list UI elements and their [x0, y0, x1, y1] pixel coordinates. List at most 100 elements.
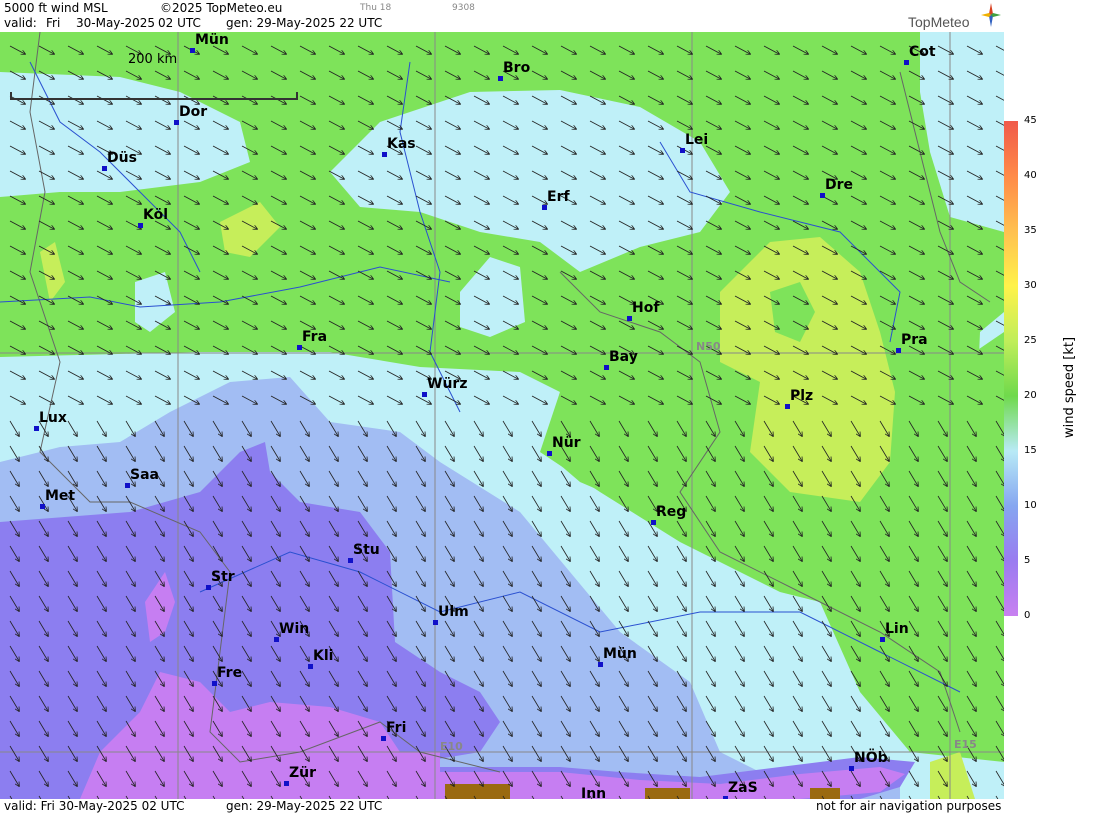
valid-date: 30-May-2025: [76, 16, 156, 30]
valid-time: 02 UTC: [158, 16, 201, 30]
legend-tick-label: 35: [1024, 225, 1037, 236]
product-title: 5000 ft wind MSL: [4, 1, 108, 15]
city-marker: [542, 205, 547, 210]
city-marker: [880, 637, 885, 642]
city-label: Fri: [386, 720, 407, 736]
city-label: Hof: [632, 300, 660, 316]
city-label: ZaS: [728, 780, 758, 796]
city-label: Plz: [790, 388, 814, 404]
legend-color-band: [1004, 561, 1018, 616]
city-label: Würz: [427, 376, 468, 392]
city-marker: [212, 681, 217, 686]
legend-tick-label: 0: [1024, 610, 1031, 621]
legend-tick-label: 15: [1024, 445, 1037, 456]
scale-bar-label: 200 km: [128, 52, 178, 67]
city-label: Pra: [901, 332, 928, 348]
legend-tick-label: 5: [1024, 555, 1031, 566]
legend-color-band: [1004, 176, 1018, 231]
scale-bar: [10, 92, 298, 100]
city-marker: [125, 483, 130, 488]
footer-generated: gen: 29-May-2025 22 UTC: [226, 799, 383, 813]
legend-color-band: [1004, 341, 1018, 396]
city-marker: [904, 60, 909, 65]
city-label: Fra: [302, 329, 328, 345]
city-marker: [627, 316, 632, 321]
brand-name: TopMeteo: [908, 14, 970, 30]
wind-field-svg: [0, 32, 1004, 799]
city-label: Ulm: [438, 604, 469, 620]
city-marker: [308, 664, 313, 669]
terrain-block-2: [645, 788, 690, 799]
map-footer: valid: Fri 30-May-2025 02 UTC gen: 29-Ma…: [0, 799, 1004, 814]
grid-label-n50: N50: [696, 340, 721, 353]
generated-time: gen: 29-May-2025 22 UTC: [226, 16, 383, 30]
legend-tick-label: 30: [1024, 280, 1037, 291]
legend-color-band: [1004, 451, 1018, 506]
city-label: NÖb: [854, 750, 888, 766]
city-marker: [422, 392, 427, 397]
city-label: Reg: [656, 504, 687, 520]
city-marker: [102, 166, 107, 171]
city-label: Lux: [39, 410, 67, 426]
city-marker: [34, 426, 39, 431]
city-label: Fre: [217, 665, 243, 681]
legend-tick-label: 40: [1024, 170, 1037, 181]
city-marker: [680, 148, 685, 153]
city-label: Köl: [143, 207, 169, 223]
city-marker: [274, 637, 279, 642]
city-marker: [547, 451, 552, 456]
terrain-block-3: [810, 788, 840, 799]
city-marker: [604, 365, 609, 370]
city-label: Kas: [387, 136, 416, 152]
city-label: Bro: [503, 60, 531, 76]
grid-label-e10: E10: [440, 740, 463, 753]
city-label: Win: [279, 621, 310, 637]
footer-valid: valid: Fri 30-May-2025 02 UTC: [4, 799, 185, 813]
city-label: Düs: [107, 150, 137, 166]
city-marker: [820, 193, 825, 198]
valid-label: valid:: [4, 16, 37, 30]
city-marker: [190, 48, 195, 53]
city-label: Mün: [603, 646, 637, 662]
city-marker: [284, 781, 289, 786]
wind-map[interactable]: 200 km N50 E10 E15 Mün Bro Cot Dor Kas Lei Düs…: [0, 32, 1004, 799]
city-marker: [174, 120, 179, 125]
city-label: Saa: [130, 467, 159, 483]
city-marker: [651, 520, 656, 525]
legend-tick-label: 20: [1024, 390, 1037, 401]
footer-notice: not for air navigation purposes: [816, 799, 1002, 813]
city-label: Kli: [313, 648, 334, 664]
city-marker: [498, 76, 503, 81]
city-label: Str: [211, 569, 235, 585]
city-label: Cot: [909, 44, 936, 60]
city-label: Lei: [685, 132, 709, 148]
city-label: Dor: [179, 104, 208, 120]
city-marker: [297, 345, 302, 350]
city-label: Stu: [353, 542, 380, 558]
city-marker: [138, 223, 143, 228]
city-label: Mün: [195, 32, 229, 48]
legend-color-band: [1004, 506, 1018, 561]
city-marker: [382, 152, 387, 157]
terrain-block-1: [445, 784, 510, 799]
city-marker: [849, 766, 854, 771]
header-small-2: 9308: [452, 3, 475, 13]
compass-logo-icon: [981, 3, 1001, 27]
city-marker: [598, 662, 603, 667]
legend-color-band: [1004, 231, 1018, 286]
city-label: Nür: [552, 435, 581, 451]
copyright: ©2025 TopMeteo.eu: [160, 1, 283, 15]
legend-tick-label: 10: [1024, 500, 1037, 511]
city-label: Dre: [825, 177, 854, 193]
legend-color-band: [1004, 396, 1018, 451]
city-label: Met: [45, 488, 76, 504]
city-marker: [206, 585, 211, 590]
city-marker: [381, 736, 386, 741]
city-marker: [896, 348, 901, 353]
legend-tick-label: 25: [1024, 335, 1037, 346]
legend-color-band: [1004, 286, 1018, 341]
city-label: Erf: [547, 189, 570, 205]
city-marker: [433, 620, 438, 625]
valid-day: Fri: [46, 16, 61, 30]
city-marker: [785, 404, 790, 409]
